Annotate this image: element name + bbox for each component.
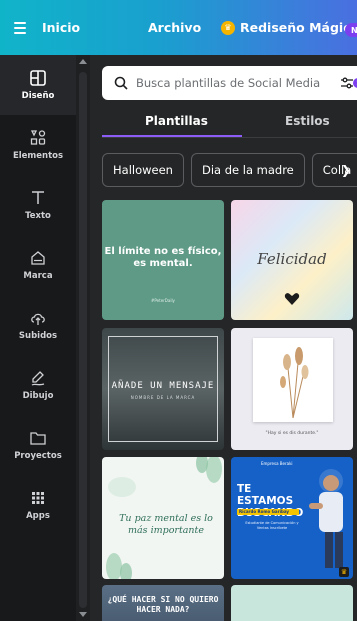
template-card[interactable]: Felicidad bbox=[231, 200, 353, 320]
tab-divider bbox=[102, 137, 357, 138]
template-text: Felicidad bbox=[257, 250, 327, 268]
heart-icon bbox=[284, 293, 300, 305]
template-card[interactable]: Tu paz mental es lo más importante bbox=[102, 457, 224, 579]
scroll-up-icon[interactable] bbox=[79, 59, 87, 64]
sidebar-item-texto[interactable]: Texto bbox=[0, 175, 76, 235]
tab-plantillas[interactable]: Plantillas bbox=[145, 114, 208, 128]
apps-grid-icon bbox=[32, 492, 44, 504]
template-photo bbox=[253, 338, 333, 422]
chip-halloween[interactable]: Halloween bbox=[102, 153, 184, 187]
category-chips: Halloween Dia de la madre Colla bbox=[102, 153, 357, 187]
sidebar-item-label: Apps bbox=[26, 511, 50, 521]
sidebar-item-marca[interactable]: Marca bbox=[0, 235, 76, 295]
filter-icon[interactable] bbox=[340, 76, 354, 90]
templates-panel: Busca plantillas de Social Media 1 Plant… bbox=[90, 55, 357, 621]
scrollbar-thumb[interactable] bbox=[79, 72, 87, 608]
sidebar-item-label: Dibujo bbox=[22, 391, 54, 401]
template-text: "Hay si es dis durante." bbox=[265, 431, 319, 436]
upload-cloud-icon bbox=[31, 313, 45, 325]
filter-count-badge: 1 bbox=[353, 78, 357, 88]
template-card[interactable]: Empresa Beraki TE ESTAMOS BUSCANDO Ricar… bbox=[231, 457, 353, 579]
brand-icon bbox=[31, 251, 45, 265]
template-text: Tu paz mental es lo más importante bbox=[119, 513, 213, 536]
template-card[interactable]: "Hay si es dis durante." bbox=[231, 328, 353, 450]
sidebar-item-dibujo[interactable]: Dibujo bbox=[0, 355, 76, 415]
sidebar-item-label: Texto bbox=[25, 211, 51, 221]
archivo-menu[interactable]: Archivo bbox=[148, 20, 201, 35]
sidebar-item-label: Proyectos bbox=[14, 451, 62, 461]
sidebar-item-label: Subidos bbox=[18, 331, 58, 341]
inicio-link[interactable]: Inicio bbox=[42, 20, 80, 35]
sidebar: Diseño Elementos Texto Marca Subidos Dib… bbox=[0, 55, 76, 621]
chip-dia-de-la-madre[interactable]: Dia de la madre bbox=[190, 153, 305, 187]
sidebar-item-proyectos[interactable]: Proyectos bbox=[0, 415, 76, 475]
dried-flowers-icon bbox=[280, 347, 309, 419]
sidebar-item-subidos[interactable]: Subidos bbox=[0, 295, 76, 355]
crown-icon: ♛ bbox=[221, 20, 235, 35]
template-subtext: NOMBRE DE LA MARCA bbox=[130, 395, 196, 400]
template-details: Estudiante de Comunicación y Ventas Insc… bbox=[245, 521, 299, 530]
sidebar-item-diseno[interactable]: Diseño bbox=[0, 55, 76, 115]
template-name-bar: Ricardo Romo Garibay bbox=[237, 509, 299, 515]
search-placeholder: Busca plantillas de Social Media bbox=[136, 76, 321, 90]
template-card[interactable] bbox=[231, 585, 353, 621]
search-icon bbox=[114, 76, 128, 90]
sidebar-item-elementos[interactable]: Elementos bbox=[0, 115, 76, 175]
template-card[interactable]: El límite no es físico, es mental. #Pete… bbox=[102, 200, 224, 320]
template-card[interactable]: ¿QUÉ HACER SI NO QUIERO HACER NADA? bbox=[102, 585, 224, 621]
template-handle: #PeterDaily bbox=[151, 298, 175, 303]
folder-icon bbox=[30, 432, 46, 445]
template-text: AÑADE UN MENSAJE bbox=[111, 381, 215, 391]
crown-icon: ♛ bbox=[339, 567, 349, 577]
person-figure bbox=[309, 469, 343, 568]
text-icon bbox=[32, 191, 44, 204]
tab-bar: Plantillas Estilos bbox=[90, 110, 357, 138]
template-text: ¿QUÉ HACER SI NO QUIERO HACER NADA? bbox=[107, 595, 219, 614]
template-card[interactable]: AÑADE UN MENSAJE NOMBRE DE LA MARCA bbox=[102, 328, 224, 450]
menu-icon[interactable] bbox=[0, 0, 40, 55]
draw-icon bbox=[31, 371, 45, 386]
magic-resize-button[interactable]: ♛ Rediseño Mágico bbox=[221, 20, 357, 35]
new-badge: N bbox=[345, 23, 357, 37]
top-bar: Inicio Archivo ♛ Rediseño Mágico N bbox=[0, 0, 357, 55]
chevron-right-icon[interactable]: ❯ bbox=[341, 163, 353, 177]
scroll-down-icon[interactable] bbox=[79, 612, 87, 617]
sidebar-item-label: Diseño bbox=[21, 91, 55, 101]
sidebar-item-label: Marca bbox=[23, 271, 53, 281]
shapes-icon bbox=[30, 130, 46, 145]
search-input[interactable]: Busca plantillas de Social Media 1 bbox=[102, 66, 357, 100]
magic-resize-label: Rediseño Mágico bbox=[240, 20, 357, 35]
template-text: El límite no es físico, es mental. bbox=[104, 246, 222, 269]
sidebar-item-label: Elementos bbox=[12, 151, 64, 161]
layout-icon bbox=[30, 70, 46, 86]
sidebar-item-apps[interactable]: Apps bbox=[0, 475, 76, 535]
tab-estilos[interactable]: Estilos bbox=[285, 114, 330, 128]
template-company: Empresa Beraki bbox=[261, 461, 293, 466]
